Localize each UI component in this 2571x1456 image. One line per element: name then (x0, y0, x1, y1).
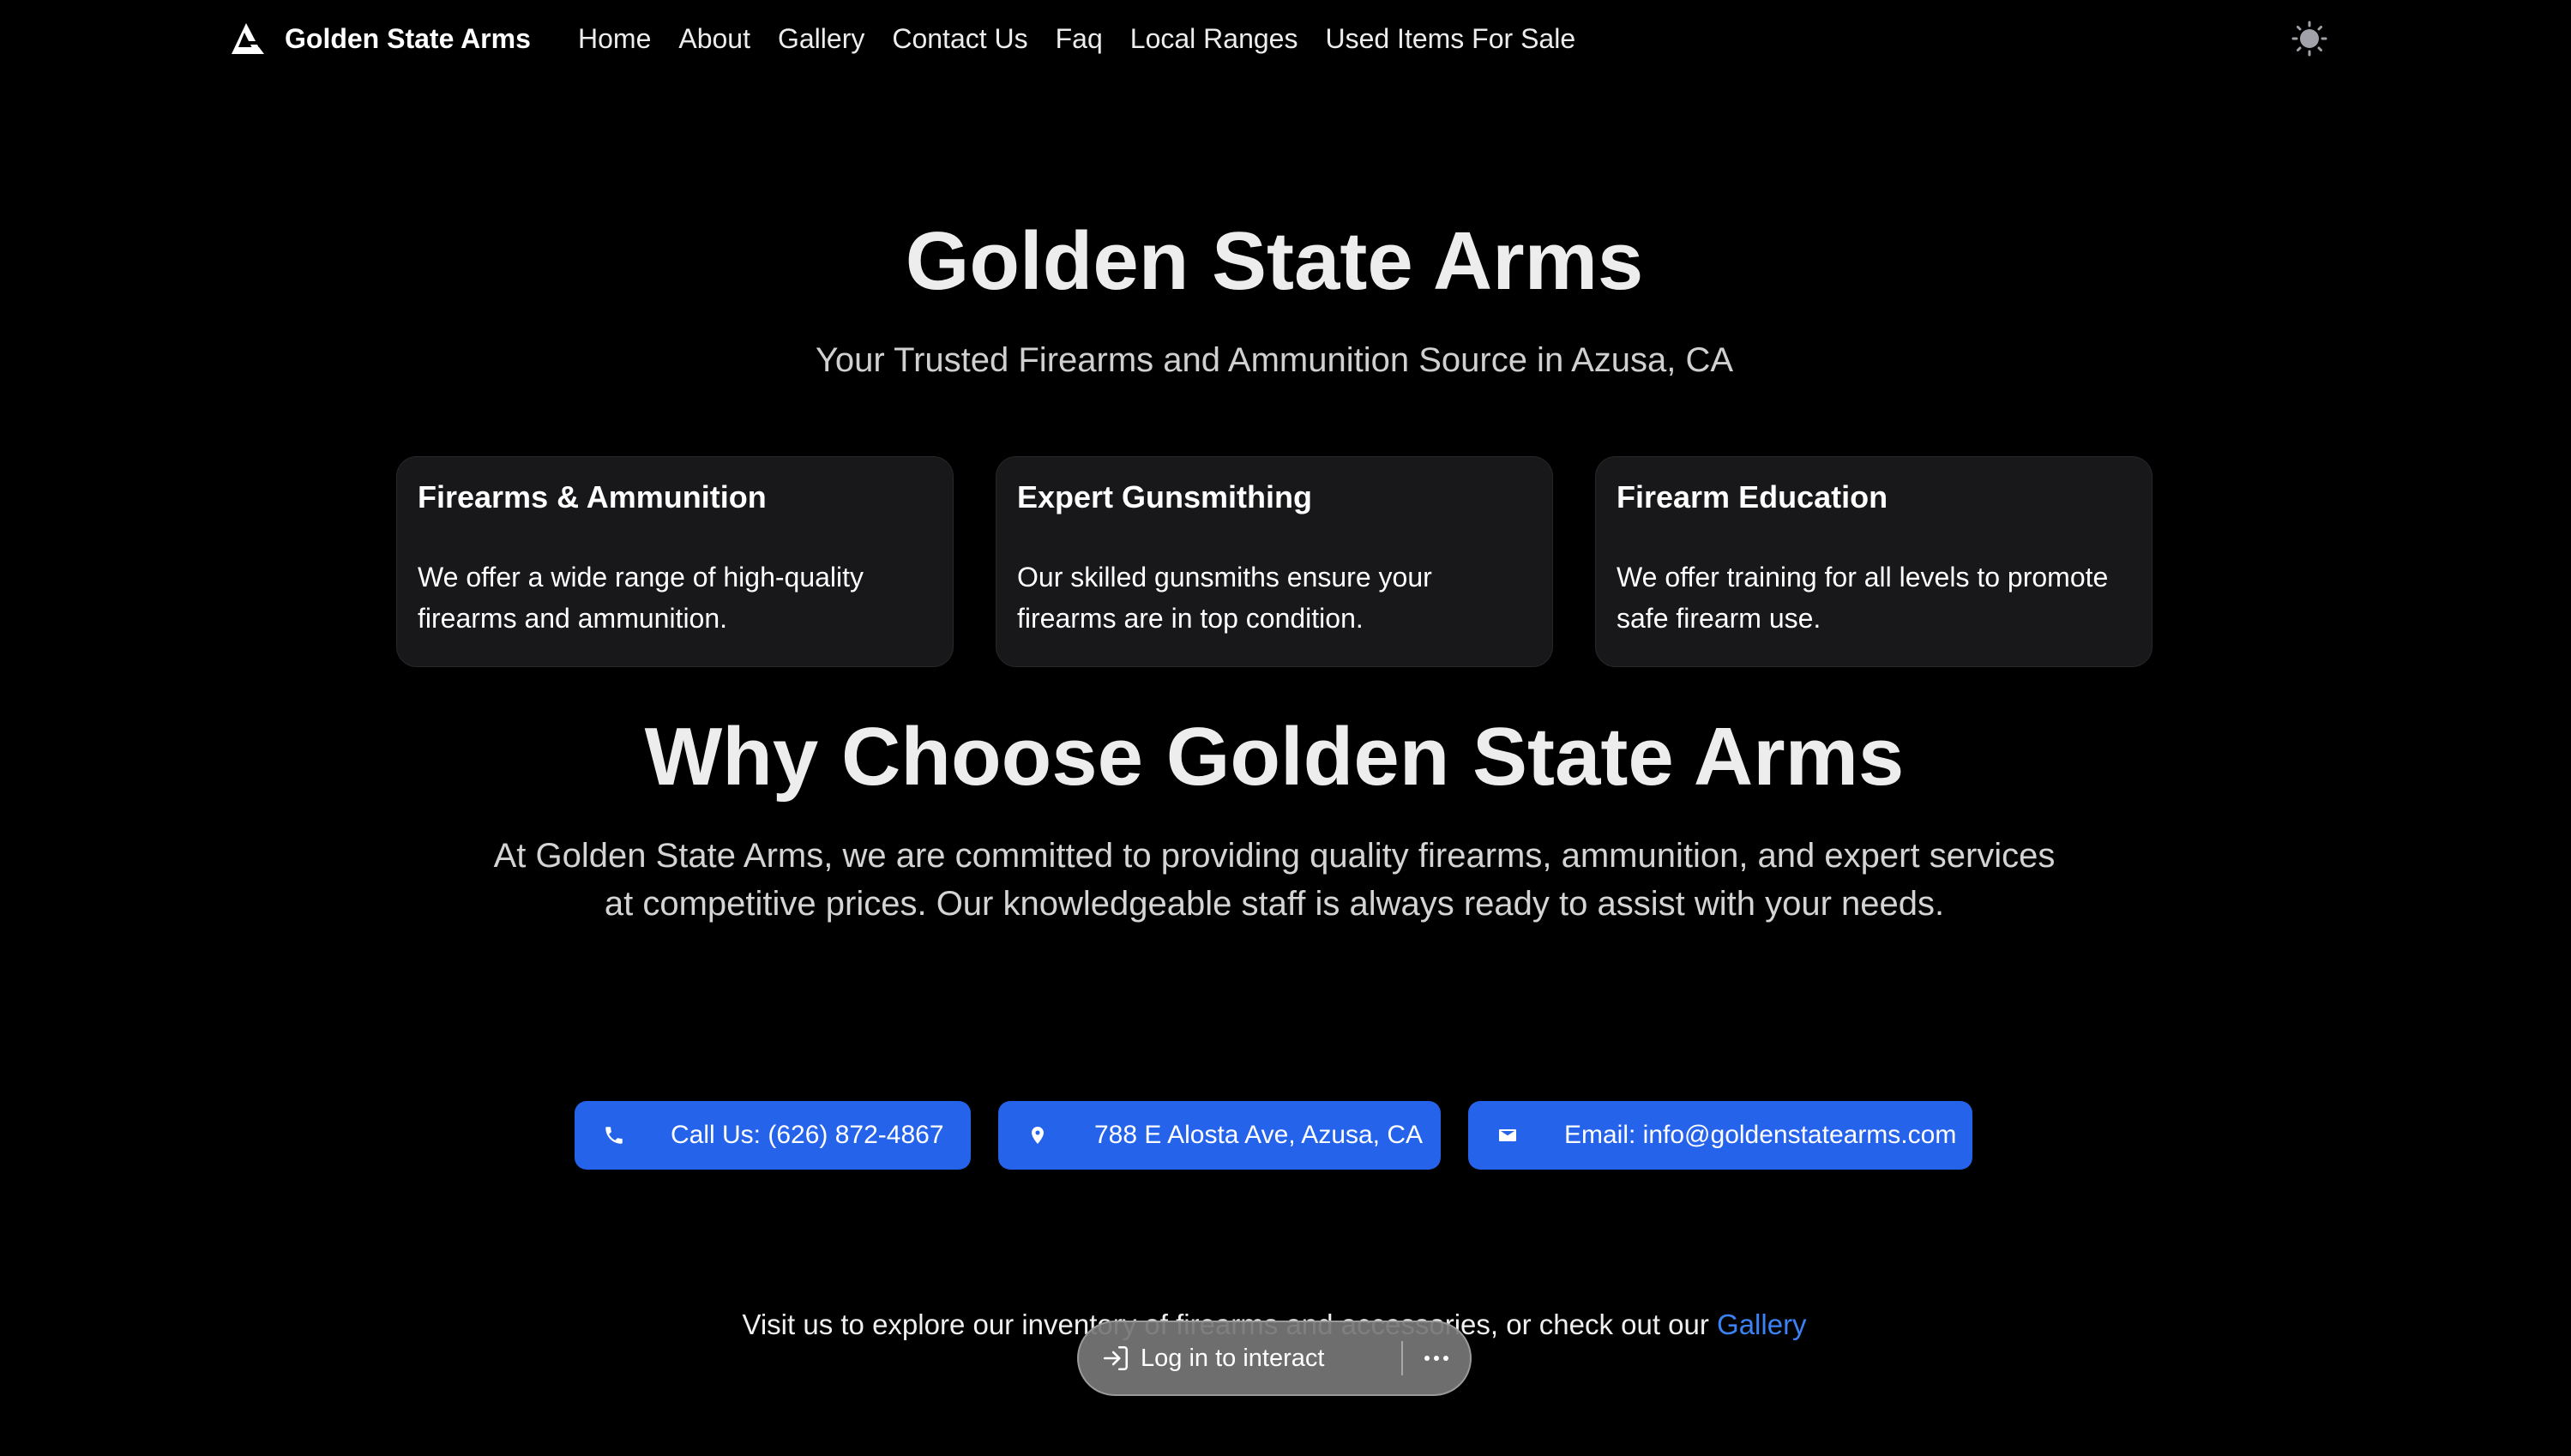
nav-link-contact-us[interactable]: Contact Us (892, 23, 1027, 55)
mail-icon (1496, 1123, 1520, 1147)
login-button[interactable]: Log in to interact (1079, 1322, 1401, 1394)
card-text: Our skilled gunsmiths ensure your firear… (1017, 562, 1432, 634)
card-title: Firearms & Ammunition (418, 479, 767, 514)
address-button[interactable]: 788 E Alosta Ave, Azusa, CA (998, 1101, 1441, 1170)
feature-card-firearms: Firearms & Ammunition We offer a wide ra… (396, 456, 954, 667)
more-options-button[interactable] (1403, 1322, 1470, 1394)
map-pin-icon (1026, 1123, 1050, 1147)
brand-name: Golden State Arms (285, 22, 531, 54)
nav-link-home[interactable]: Home (578, 23, 651, 55)
card-title: Expert Gunsmithing (1017, 479, 1313, 514)
login-label: Log in to interact (1141, 1344, 1325, 1372)
card-text: We offer a wide range of high-quality fi… (418, 562, 864, 634)
login-overlay: Log in to interact (1077, 1321, 1472, 1396)
call-button[interactable]: Call Us: (626) 872-4867 (575, 1101, 971, 1170)
more-icon (1424, 1356, 1448, 1361)
call-button-label: Call Us: (626) 872-4867 (671, 1121, 944, 1149)
email-button[interactable]: Email: info@goldenstatearms.com (1468, 1101, 1972, 1170)
card-title: Firearm Education (1617, 479, 1888, 514)
nav-link-faq[interactable]: Faq (1056, 23, 1103, 55)
gallery-link[interactable]: Gallery (1717, 1309, 1807, 1340)
theme-toggle-button[interactable] (2288, 17, 2331, 60)
nav-link-used-items[interactable]: Used Items For Sale (1325, 23, 1575, 55)
login-icon (1103, 1345, 1129, 1371)
why-choose-text: At Golden State Arms, we are committed t… (493, 837, 2056, 923)
address-button-label: 788 E Alosta Ave, Azusa, CA (1094, 1121, 1424, 1149)
nav-link-local-ranges[interactable]: Local Ranges (1130, 23, 1298, 55)
card-text: We offer training for all levels to prom… (1617, 562, 2109, 634)
brand-link[interactable]: Golden State Arms (230, 15, 531, 62)
sun-icon (2291, 21, 2327, 57)
nav-links: Home About Gallery Contact Us Faq Local … (578, 15, 1575, 62)
hero-title: Golden State Arms (905, 215, 1644, 307)
triangle-logo-icon (232, 23, 264, 54)
email-button-label: Email: info@goldenstatearms.com (1564, 1121, 1957, 1149)
why-choose-title: Why Choose Golden State Arms (644, 711, 1905, 803)
nav-link-gallery[interactable]: Gallery (778, 23, 864, 55)
phone-icon (602, 1123, 626, 1147)
navbar: Golden State Arms Home About Gallery Con… (0, 0, 2571, 77)
nav-link-about[interactable]: About (678, 23, 750, 55)
feature-card-education: Firearm Education We offer training for … (1595, 456, 2153, 667)
hero-subtitle: Your Trusted Firearms and Ammunition Sou… (815, 341, 1734, 379)
feature-card-gunsmithing: Expert Gunsmithing Our skilled gunsmiths… (996, 456, 1553, 667)
